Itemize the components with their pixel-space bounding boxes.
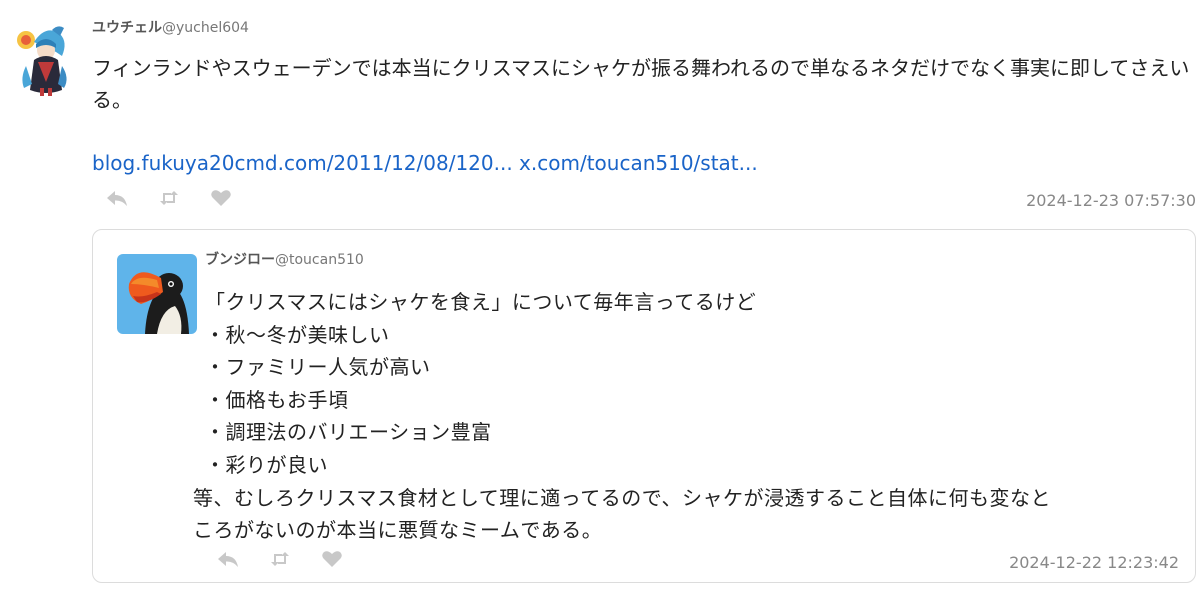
retweet-button[interactable] [156, 187, 182, 209]
author-handle[interactable]: @yuchel604 [162, 20, 249, 36]
author-name[interactable]: ユウチェル [92, 20, 162, 36]
quote-line: ・調理法のバリエーション豊富 [205, 420, 492, 445]
quote-line: 等、むしろクリスマス食材として理に適ってるので、シャケが浸透すること自体に何も変… [193, 485, 1051, 510]
quote-avatar[interactable] [117, 254, 197, 334]
link-blog[interactable]: blog.fukuya20cmd.com/2011/12/08/120... [92, 151, 513, 175]
quote-text: 「クリスマスにはシャケを食え」について毎年言ってるけど ・秋〜冬が美味しい ・フ… [193, 286, 1185, 547]
like-icon [322, 551, 342, 567]
like-icon [211, 190, 231, 206]
quote-author-handle[interactable]: @toucan510 [275, 252, 364, 268]
quote-line: ころがないのが本当に悪質なミームである。 [193, 518, 603, 543]
reply-button[interactable] [104, 187, 130, 209]
quote-line: 「クリスマスにはシャケを食え」について毎年言ってるけど [205, 290, 757, 314]
post-timestamp[interactable]: 2024-12-23 07:57:30 [1026, 191, 1196, 211]
avatar[interactable] [12, 22, 76, 98]
quote-like-button[interactable] [319, 548, 345, 570]
quote-line: ・彩りが良い [205, 452, 328, 477]
quote-line: ・価格もお手頃 [205, 387, 349, 412]
post-text: フィンランドやスウェーデンでは本当にクリスマスにシャケが振る舞われるので単なるネ… [92, 56, 1190, 112]
quote-actions [215, 548, 371, 570]
retweet-icon [271, 552, 289, 566]
quote-author-name[interactable]: ブンジロー [205, 252, 275, 268]
avatar-illustration [17, 26, 67, 96]
reply-icon [107, 191, 127, 206]
toucan-avatar-illustration [117, 254, 197, 334]
quote-reply-button[interactable] [215, 548, 241, 570]
retweet-icon [160, 191, 178, 205]
link-quoted-post[interactable]: x.com/toucan510/stat... [519, 151, 758, 175]
quoted-post-card[interactable]: ブンジロー@toucan510 「クリスマスにはシャケを食え」について毎年言って… [92, 229, 1196, 583]
author-line: ユウチェル@yuchel604 [92, 18, 249, 38]
quote-author-line: ブンジロー@toucan510 [205, 250, 364, 270]
timeline-post: ユウチェル@yuchel604 フィンランドやスウェーデンでは本当にクリスマスに… [0, 0, 1200, 601]
quote-retweet-button[interactable] [267, 548, 293, 570]
quote-timestamp[interactable]: 2024-12-22 12:23:42 [1009, 553, 1179, 573]
quote-line: ・秋〜冬が美味しい [205, 322, 390, 347]
quote-line: ・ファミリー人気が高い [205, 355, 431, 380]
post-links: blog.fukuya20cmd.com/2011/12/08/120... x… [92, 149, 758, 177]
reply-icon [218, 552, 238, 567]
post-actions [104, 187, 260, 209]
like-button[interactable] [208, 187, 234, 209]
